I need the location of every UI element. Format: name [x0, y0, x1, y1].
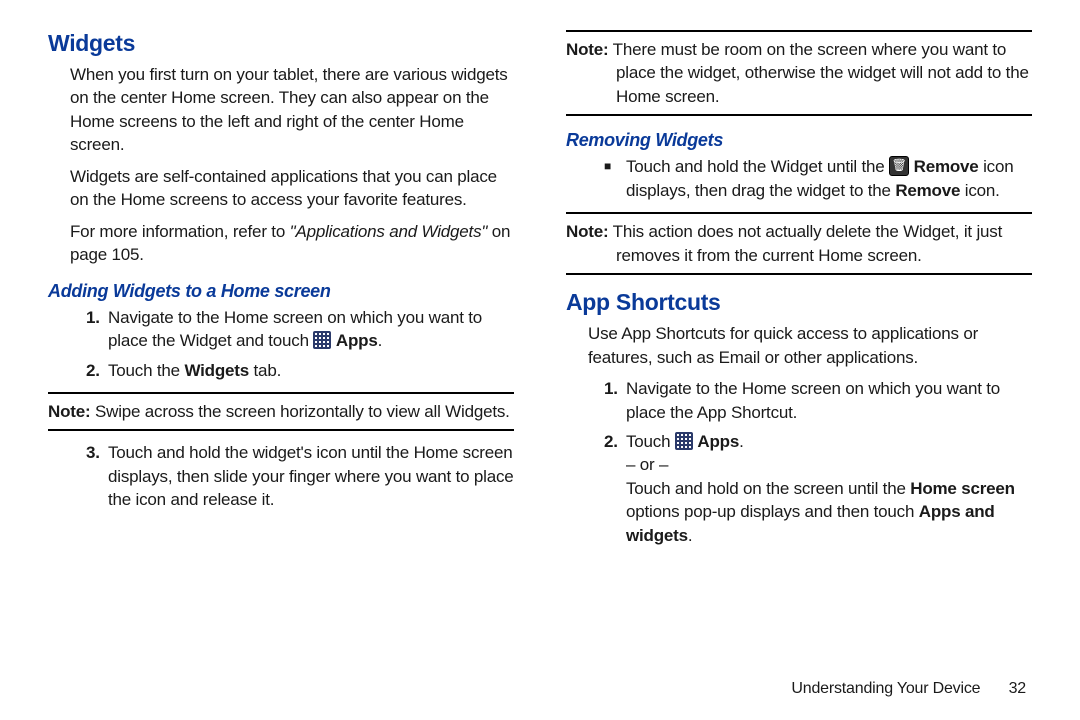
note-block-room: Note: There must be room on the screen w… [566, 30, 1032, 116]
crossref-lead: For more information, refer to [70, 222, 290, 241]
note-block-not-delete: Note: This action does not actually dele… [566, 212, 1032, 275]
step-1: 1. Navigate to the Home screen on which … [86, 306, 514, 353]
step-2-text-c: Touch and hold on the screen until the [626, 479, 910, 498]
step-2-text-a: Touch the [108, 361, 184, 380]
apps-grid-icon [313, 331, 331, 349]
adding-widgets-steps-cont: 3. Touch and hold the widget's icon unti… [86, 441, 514, 511]
note-text: This action does not actually delete the… [608, 222, 1002, 264]
step-2: 2. Touch the Widgets tab. [86, 359, 514, 382]
removing-widgets-list: ■ Touch and hold the Widget until the Re… [604, 155, 1032, 202]
note-text: There must be room on the screen where y… [608, 40, 1028, 106]
bullet-body: Touch and hold the Widget until the Remo… [626, 155, 1032, 202]
note-label: Note: [566, 222, 608, 241]
step-1-text-a: Navigate to the Home screen on which you… [108, 308, 482, 350]
step-2-text-d: options pop-up displays and then touch [626, 502, 919, 521]
heading-widgets: Widgets [48, 30, 514, 57]
step-1: 1. Navigate to the Home screen on which … [604, 377, 1032, 424]
bullet-mark-icon: ■ [604, 155, 626, 202]
step-number: 1. [86, 306, 108, 353]
widgets-intro-1: When you first turn on your tablet, ther… [70, 63, 514, 157]
widgets-tab-label: Widgets [184, 361, 249, 380]
step-number: 3. [86, 441, 108, 511]
step-2-text-e: . [688, 526, 693, 545]
step-2-text-c: tab. [249, 361, 281, 380]
note-line: Note: There must be room on the screen w… [566, 38, 1032, 108]
apps-grid-icon [675, 432, 693, 450]
rem-text-a: Touch and hold the Widget until the [626, 157, 889, 176]
home-screen-label: Home screen [910, 479, 1015, 498]
apps-label: Apps [336, 331, 378, 350]
widgets-crossref: For more information, refer to "Applicat… [70, 220, 514, 267]
note-label: Note: [48, 402, 90, 421]
heading-removing-widgets: Removing Widgets [566, 130, 1032, 151]
remove-label-1: Remove [914, 157, 979, 176]
step-2-text-a: Touch [626, 432, 675, 451]
step-body: Navigate to the Home screen on which you… [108, 306, 514, 353]
rem-text-e: icon. [960, 181, 999, 200]
right-column: Note: There must be room on the screen w… [540, 30, 1032, 700]
left-column: Widgets When you first turn on your tabl… [48, 30, 540, 700]
step-number: 1. [604, 377, 626, 424]
note-block-swipe: Note: Swipe across the screen horizontal… [48, 392, 514, 431]
footer-section-title: Understanding Your Device [791, 680, 980, 697]
manual-page: Widgets When you first turn on your tabl… [0, 0, 1080, 720]
note-text: Swipe across the screen horizontally to … [90, 402, 509, 421]
app-shortcuts-intro: Use App Shortcuts for quick access to ap… [588, 322, 1032, 369]
apps-label: Apps [697, 432, 739, 451]
app-shortcuts-steps: 1. Navigate to the Home screen on which … [604, 377, 1032, 547]
note-line: Note: This action does not actually dele… [566, 220, 1032, 267]
page-number: 32 [1009, 680, 1026, 698]
note-line: Note: Swipe across the screen horizontal… [48, 400, 514, 423]
step-3: 3. Touch and hold the widget's icon unti… [86, 441, 514, 511]
or-separator: – or – [626, 455, 668, 474]
step-number: 2. [86, 359, 108, 382]
step-2: 2. Touch Apps. – or – Touch and hold on … [604, 430, 1032, 547]
bullet-item: ■ Touch and hold the Widget until the Re… [604, 155, 1032, 202]
step-body: Touch Apps. – or – Touch and hold on the… [626, 430, 1032, 547]
step-number: 2. [604, 430, 626, 547]
step-1-text-b: . [378, 331, 383, 350]
step-body: Touch the Widgets tab. [108, 359, 514, 382]
remove-label-2: Remove [895, 181, 960, 200]
step-body: Touch and hold the widget's icon until t… [108, 441, 514, 511]
note-label: Note: [566, 40, 608, 59]
trash-remove-icon [889, 156, 909, 176]
widgets-intro-2: Widgets are self-contained applications … [70, 165, 514, 212]
crossref-title: "Applications and Widgets" [290, 222, 488, 241]
heading-app-shortcuts: App Shortcuts [566, 289, 1032, 316]
page-footer: Understanding Your Device 32 [791, 680, 1026, 698]
adding-widgets-steps: 1. Navigate to the Home screen on which … [86, 306, 514, 382]
step-body: Navigate to the Home screen on which you… [626, 377, 1032, 424]
heading-adding-widgets: Adding Widgets to a Home screen [48, 281, 514, 302]
step-2-text-b: . [739, 432, 744, 451]
